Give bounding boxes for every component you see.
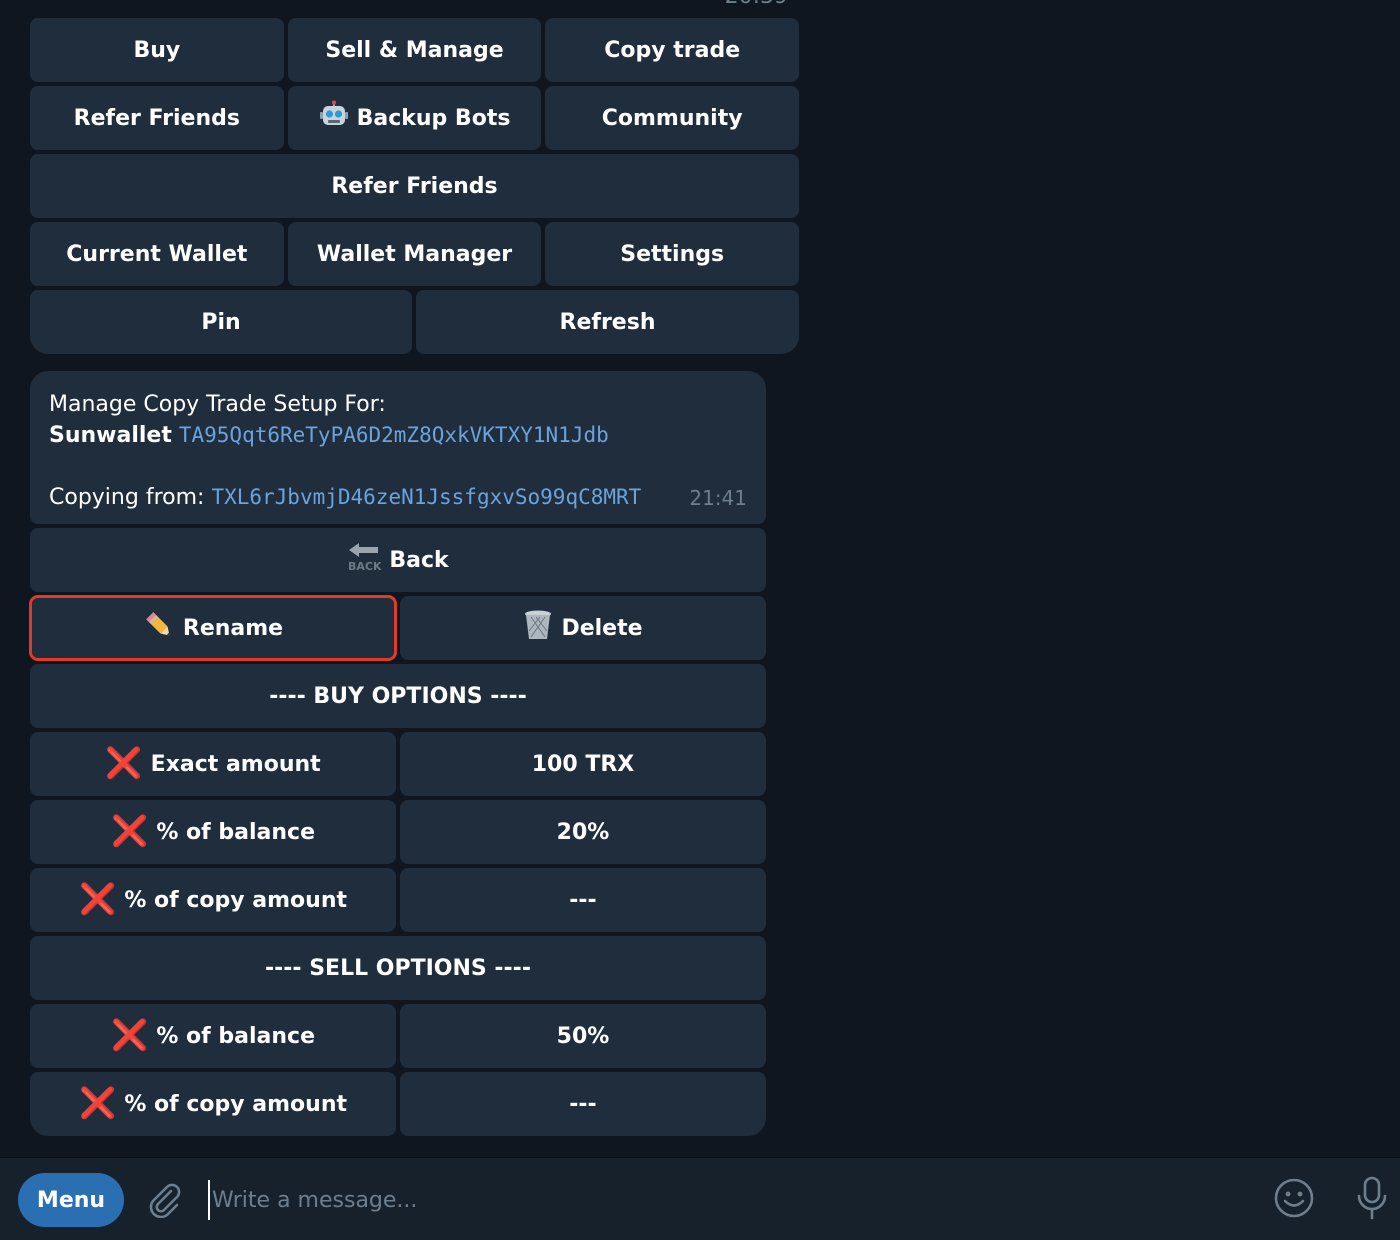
- message-composer: Menu: [0, 1157, 1400, 1240]
- paperclip-icon[interactable]: [144, 1178, 184, 1219]
- buy-percent-balance-value[interactable]: 20%: [400, 800, 766, 864]
- message-time: 21:41: [689, 486, 747, 510]
- robot-icon: [319, 100, 349, 136]
- message-heading: Manage Copy Trade Setup For:: [49, 392, 386, 417]
- pencil-icon: [143, 609, 175, 647]
- wallet-manager-button[interactable]: Wallet Manager: [287, 222, 542, 286]
- copy-trade-setup-message: Manage Copy Trade Setup For: Sunwallet T…: [30, 371, 766, 524]
- delete-button[interactable]: Delete: [400, 596, 766, 660]
- rename-button[interactable]: Rename: [29, 595, 397, 661]
- current-wallet-button[interactable]: Current Wallet: [30, 222, 284, 286]
- microphone-icon[interactable]: [1352, 1174, 1392, 1222]
- sell-manage-button[interactable]: Sell & Manage: [287, 18, 542, 82]
- copy-trade-button[interactable]: Copy trade: [545, 18, 800, 82]
- copying-from-label: Copying from:: [49, 485, 205, 510]
- previous-message-timestamp: 20:39: [718, 0, 788, 9]
- message-input[interactable]: [208, 1180, 1254, 1220]
- sell-percent-copy-value[interactable]: ---: [400, 1072, 766, 1136]
- sell-percent-copy-toggle[interactable]: ❌ % of copy amount: [30, 1072, 396, 1136]
- buy-percent-copy-value[interactable]: ---: [400, 868, 766, 932]
- buy-exact-amount-value[interactable]: 100 TRX: [400, 732, 766, 796]
- buy-button[interactable]: Buy: [30, 18, 284, 82]
- buy-percent-copy-toggle[interactable]: ❌ % of copy amount: [30, 868, 396, 932]
- smiley-icon[interactable]: [1272, 1176, 1316, 1220]
- sell-options-header[interactable]: ---- SELL OPTIONS ----: [30, 936, 766, 1000]
- buy-options-header[interactable]: ---- BUY OPTIONS ----: [30, 664, 766, 728]
- back-arrow-icon: BACK: [347, 541, 382, 579]
- wallet-name: Sunwallet: [49, 423, 172, 448]
- pin-button[interactable]: Pin: [30, 290, 412, 354]
- back-button[interactable]: BACK Back: [30, 528, 766, 592]
- cross-mark-icon: ❌: [110, 814, 149, 849]
- buy-percent-balance-toggle[interactable]: ❌ % of balance: [30, 800, 396, 864]
- svg-text:BACK: BACK: [348, 560, 381, 573]
- cross-mark-icon: ❌: [105, 746, 143, 781]
- sell-percent-balance-toggle[interactable]: ❌ % of balance: [30, 1004, 396, 1068]
- copying-from-address[interactable]: TXL6rJbvmjD46zeN1JssfgxvSo99qC8MRT: [211, 485, 641, 509]
- buy-exact-amount-toggle[interactable]: ❌ Exact amount: [30, 732, 396, 796]
- sell-percent-balance-value[interactable]: 50%: [400, 1004, 766, 1068]
- cross-mark-icon: ❌: [78, 882, 117, 917]
- menu-button[interactable]: Menu: [18, 1173, 124, 1227]
- main-menu-keyboard: Buy Sell & Manage Copy trade Refer Frien…: [30, 18, 800, 358]
- settings-button[interactable]: Settings: [545, 222, 800, 286]
- backup-bots-button[interactable]: Backup Bots: [287, 86, 542, 150]
- cross-mark-icon: ❌: [110, 1018, 149, 1053]
- refresh-button[interactable]: Refresh: [416, 290, 799, 354]
- wallet-address[interactable]: TA95Qqt6ReTyPA6D2mZ8QxkVKTXY1N1Jdb: [179, 423, 609, 447]
- wastebasket-icon: [523, 609, 553, 647]
- refer-friends-wide-button[interactable]: Refer Friends: [30, 154, 799, 218]
- cross-mark-icon: ❌: [78, 1086, 117, 1121]
- community-button[interactable]: Community: [545, 86, 800, 150]
- refer-friends-button[interactable]: Refer Friends: [30, 86, 284, 150]
- copy-trade-keyboard: BACK Back Rename Delete ---- BUY OPTIONS…: [29, 528, 766, 1140]
